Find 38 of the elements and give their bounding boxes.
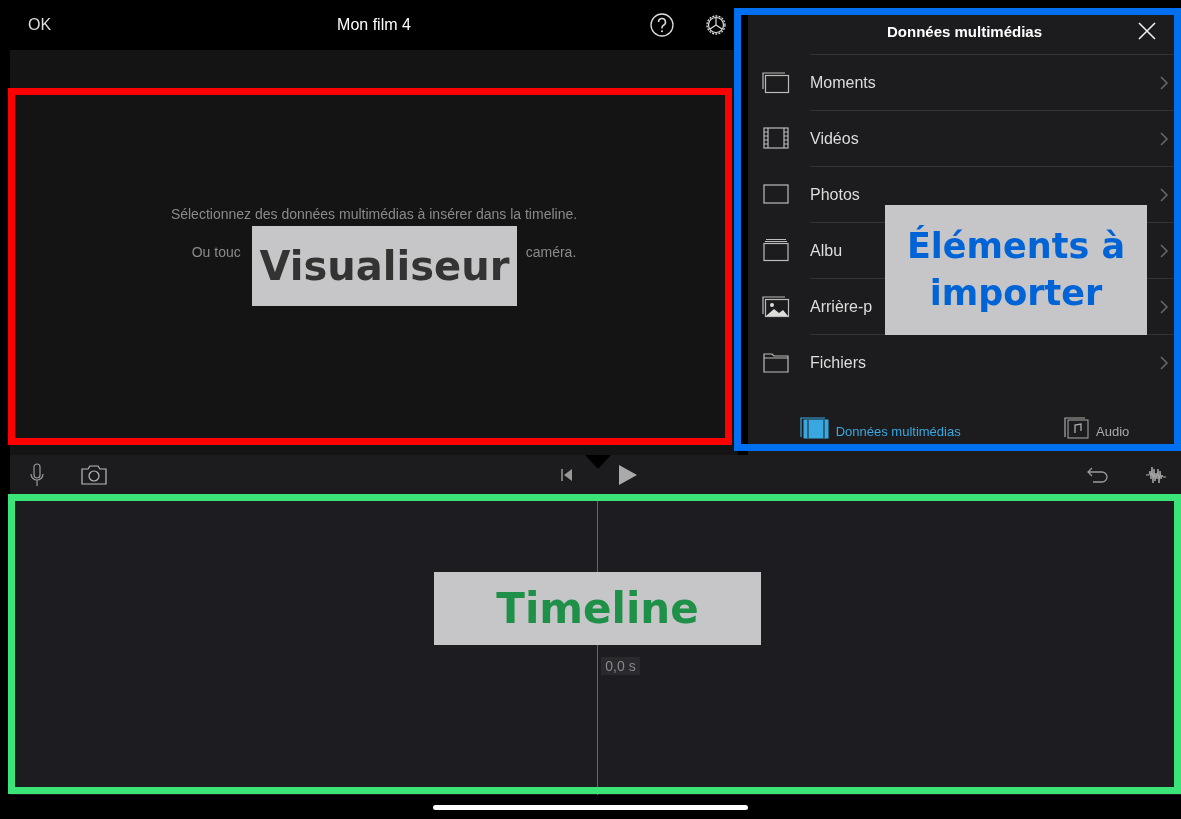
ok-button[interactable]: OK [28,16,52,34]
folder-icon [762,350,790,374]
stack-icon [762,238,790,262]
timecode: 0,0 s [601,657,640,675]
media-category-item[interactable]: Vidéos [748,110,1181,166]
annotation-tooltip: Timeline [434,572,761,645]
settings-icon[interactable] [704,13,728,37]
media-tab[interactable]: Données multimédias [799,415,961,439]
film-icon [799,415,830,439]
media-category-item[interactable]: Moments [748,54,1181,110]
annotation-tooltip: Visualiseur [252,226,517,306]
chevron-icon [1159,74,1169,91]
viewer-hint: caméra. [525,243,577,260]
picture-icon [762,294,790,318]
viewer-hint: Ou touc [191,243,241,260]
frame-icon [762,182,790,206]
skip-back-icon[interactable] [560,468,574,482]
undo-icon[interactable] [1085,465,1109,485]
help-icon[interactable] [650,13,674,37]
chevron-icon [1159,130,1169,147]
waveform-icon[interactable] [1145,464,1169,486]
project-title: Mon film 4 [337,16,411,34]
music-note-icon [1064,415,1091,439]
stack-icon [762,70,790,94]
annotation-tooltip: Éléments à importer [885,205,1147,335]
chevron-icon [1159,186,1169,203]
chevron-icon [1159,242,1169,259]
viewer-message: Sélectionnez des données multimédias à insérer dans la timeline. [170,205,578,222]
film-icon [762,126,790,150]
chevron-icon [1159,354,1169,371]
camera-icon[interactable] [80,464,108,486]
panel-title: Données multimédias [886,22,1042,40]
play-icon[interactable] [618,464,638,486]
close-icon[interactable] [1137,21,1157,41]
media-tab[interactable]: Audio [1064,415,1130,439]
home-indicator[interactable] [433,804,748,810]
chevron-icon [1159,298,1169,315]
microphone-icon[interactable] [30,463,44,487]
